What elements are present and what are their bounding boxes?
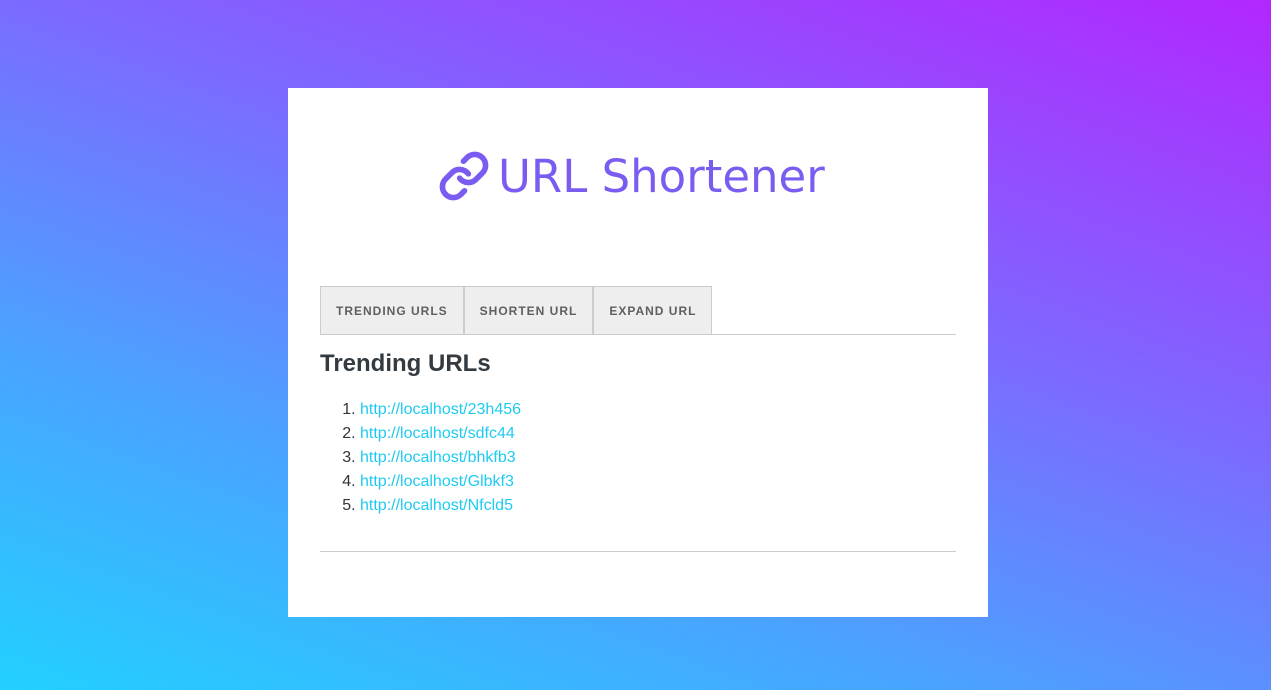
trending-url-list: http://localhost/23h456 http://localhost… — [320, 398, 956, 518]
tab-shorten-url[interactable]: SHORTEN URL — [463, 286, 594, 334]
trending-url-link[interactable]: http://localhost/sdfc44 — [360, 425, 515, 442]
list-item: http://localhost/sdfc44 — [360, 422, 956, 446]
app-logo: URL Shortener — [438, 146, 825, 206]
tab-bar: TRENDING URLS SHORTEN URL EXPAND URL — [320, 286, 956, 335]
list-item: http://localhost/Glbkf3 — [360, 470, 956, 494]
trending-url-link[interactable]: http://localhost/bhkfb3 — [360, 449, 516, 466]
trending-url-link[interactable]: http://localhost/Glbkf3 — [360, 473, 514, 490]
list-item: http://localhost/Nfcld5 — [360, 494, 956, 518]
app-title: URL Shortener — [498, 149, 825, 203]
list-item: http://localhost/bhkfb3 — [360, 446, 956, 470]
trending-url-link[interactable]: http://localhost/Nfcld5 — [360, 497, 513, 514]
list-item: http://localhost/23h456 — [360, 398, 956, 422]
tab-panel-trending: Trending URLs http://localhost/23h456 ht… — [320, 350, 956, 518]
main-card: URL Shortener TRENDING URLS SHORTEN URL … — [288, 88, 988, 617]
tab-trending-urls[interactable]: TRENDING URLS — [320, 286, 464, 334]
trending-url-link[interactable]: http://localhost/23h456 — [360, 401, 521, 418]
link-icon — [439, 151, 489, 201]
divider — [320, 551, 956, 552]
tab-expand-url[interactable]: EXPAND URL — [593, 286, 713, 334]
section-heading: Trending URLs — [320, 350, 491, 377]
